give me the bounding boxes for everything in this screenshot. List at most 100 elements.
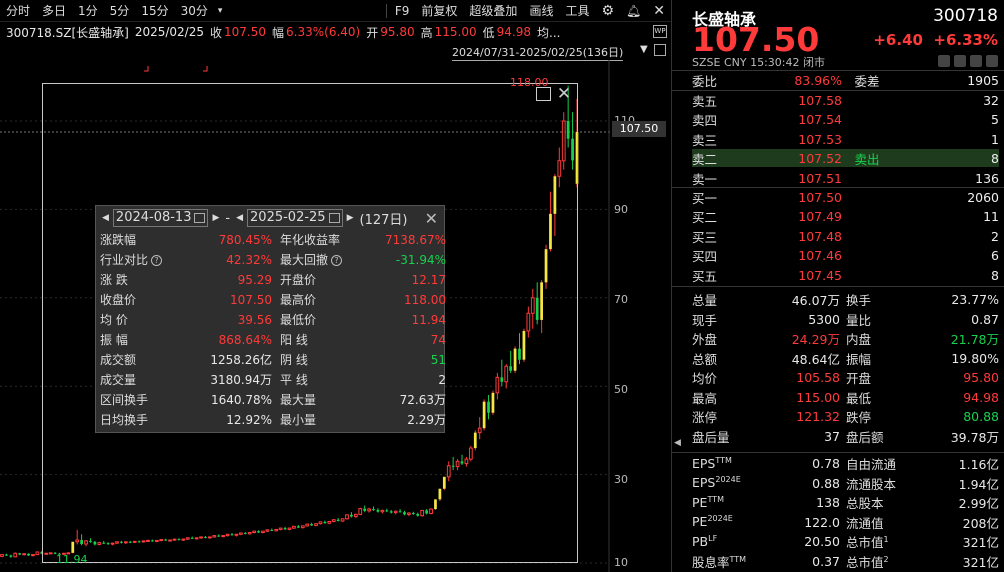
tab-intraday[interactable]: 分时: [0, 0, 36, 22]
stat-label: 最低价: [280, 313, 317, 327]
fundamental-row: EPSTTM 0.78 自由流通 1.16亿: [692, 454, 999, 473]
stat-label: 成交量: [100, 373, 137, 387]
quote-panel: 长盛轴承 300718 107.50 +6.40 +6.33% SZSE CNY…: [671, 0, 1004, 572]
stat-value: 115.00: [796, 389, 840, 405]
asks-row[interactable]: 卖三 107.53 1: [692, 130, 999, 149]
help-icon[interactable]: ?: [331, 255, 343, 266]
y-tick: 70: [614, 293, 628, 306]
stat-value: 780.45%: [218, 233, 272, 247]
asks-row[interactable]: 卖五 107.58 32: [692, 91, 999, 110]
bell-icon[interactable]: 🔔︎: [620, 0, 647, 22]
change-value: +6.40: [873, 31, 923, 49]
bids-row[interactable]: 买一 107.50 2060: [692, 188, 999, 207]
close-icon[interactable]: ✕: [425, 209, 438, 228]
asks-row[interactable]: 卖四 107.54 5: [692, 110, 999, 129]
stat-value: 37: [824, 428, 840, 444]
fund-label-sup: 2024E: [715, 475, 741, 485]
bids-volume: 2: [991, 228, 999, 244]
bids-price: 107.48: [798, 228, 842, 244]
open-value: 95.80: [380, 25, 415, 39]
asks-price: 107.51: [798, 170, 842, 186]
days-count: (127日): [359, 212, 408, 228]
candle: [35, 551, 40, 556]
stat-label: 区间换手: [100, 393, 149, 407]
f9-button[interactable]: F9: [389, 0, 416, 22]
bids-row[interactable]: 买四 107.46 6: [692, 246, 999, 265]
stat-row: 涨停 121.32 跌停 80.88: [692, 407, 999, 426]
stat-label: 平 线: [280, 373, 308, 387]
tab-multiday[interactable]: 多日: [36, 0, 72, 22]
stat-value: 48.64亿: [791, 351, 840, 367]
avg-label: 均...: [537, 25, 561, 40]
asks-label: 卖二: [692, 152, 718, 168]
fund-value: 1.94亿: [958, 476, 999, 492]
next-end-arrow-icon[interactable]: ▶: [345, 213, 356, 223]
fund-label-text: 总股本: [846, 496, 884, 511]
range-menu-icon[interactable]: [654, 44, 666, 56]
alert-icon[interactable]: [954, 55, 966, 67]
tools-button[interactable]: 工具: [559, 0, 595, 22]
tab-1min[interactable]: 1分: [72, 0, 104, 22]
bids-row[interactable]: 买五 107.45 8: [692, 266, 999, 285]
fundamental-row: PBLF 20.50 总市值1 321亿: [692, 532, 999, 551]
fundamental-row: PETTM 138 总股本 2.99亿: [692, 493, 999, 512]
prev-start-arrow-icon[interactable]: ◀: [100, 213, 111, 223]
share-icon[interactable]: [970, 55, 982, 67]
asks-volume: 32: [983, 93, 999, 108]
fund-label-sup: 2024E: [707, 514, 733, 524]
open-label: 开: [366, 25, 379, 40]
bids-row[interactable]: 买三 107.48 2: [692, 227, 999, 246]
close-selection-icon[interactable]: ✕: [555, 85, 573, 103]
market-meta: SZSE CNY 15:30:42 闭市: [692, 56, 825, 69]
prev-end-arrow-icon[interactable]: ◀: [234, 213, 245, 223]
tab-15min[interactable]: 15分: [135, 0, 174, 22]
adjust-button[interactable]: 前复权: [415, 0, 463, 22]
tab-30min[interactable]: 30分: [175, 0, 214, 22]
event-marker[interactable]: [144, 66, 149, 72]
high-value: 115.00: [434, 25, 477, 39]
close-value: 107.50: [224, 25, 267, 39]
close-icon[interactable]: ✕: [647, 0, 671, 22]
weicha-label: 委差: [854, 74, 880, 89]
collapse-arrow-icon[interactable]: ◀: [674, 438, 681, 448]
asks-row[interactable]: 卖二 107.52 卖出 8: [692, 149, 999, 168]
chart-toolbar: 分时 多日 1分 5分 15分 30分 ▾ F9 前复权 超级叠加 画线 工具 …: [0, 0, 671, 22]
stats-grid: 涨跌幅 780.45% 年化收益率 7138.67% 行业对比? 42.32% 最大回撤? -…: [96, 230, 446, 430]
start-date-input[interactable]: 2024-08-13: [112, 209, 209, 227]
stat-label: 最小量: [280, 413, 317, 427]
stat-value: 74: [430, 333, 446, 347]
gear-icon[interactable]: ⚙: [595, 0, 620, 22]
date-range-label[interactable]: 2024/07/31-2025/02/25(136日): [452, 44, 624, 61]
fund-label-sup: 2: [883, 554, 889, 564]
more-periods-icon[interactable]: ▾: [214, 0, 227, 22]
interval-stats-popup: ◀ 2024-08-13 ▶ - ◀ 2025-02-25 ▶ (127日) ✕…: [95, 205, 446, 433]
bids-volume: 2060: [967, 190, 999, 205]
calendar-icon[interactable]: [194, 213, 206, 223]
bids-row[interactable]: 买二 107.49 11: [692, 207, 999, 226]
stat-label: 振 幅: [100, 333, 128, 347]
help-icon[interactable]: ?: [151, 255, 163, 266]
maximize-icon[interactable]: [536, 87, 551, 101]
event-marker[interactable]: [203, 66, 208, 72]
fund-value: 1.16亿: [958, 457, 999, 472]
stat-value: 39.56: [237, 313, 272, 327]
bids-label: 买二: [692, 210, 718, 226]
wp-icon[interactable]: WP: [653, 25, 667, 38]
stat-label: 外盘: [692, 332, 718, 347]
overlay-button[interactable]: 超级叠加: [463, 0, 523, 22]
fund-value: 0.78: [812, 456, 840, 471]
bids-price: 107.49: [798, 209, 842, 225]
stat-label: 量比: [846, 312, 872, 328]
fund-label: 自由流通: [840, 454, 906, 473]
end-date-input[interactable]: 2025-02-25: [247, 209, 343, 227]
edit-icon[interactable]: [938, 55, 950, 67]
draw-line-button[interactable]: 画线: [523, 0, 559, 22]
tab-5min[interactable]: 5分: [104, 0, 136, 22]
asks-price: 107.53: [798, 131, 842, 147]
asks-row[interactable]: 卖一 107.51 136: [692, 169, 999, 188]
calendar-icon[interactable]: [328, 213, 340, 223]
next-start-arrow-icon[interactable]: ▶: [210, 213, 221, 223]
chevron-down-icon[interactable]: ▼: [640, 44, 648, 55]
candle: [13, 552, 18, 558]
more-icon[interactable]: [986, 55, 998, 67]
